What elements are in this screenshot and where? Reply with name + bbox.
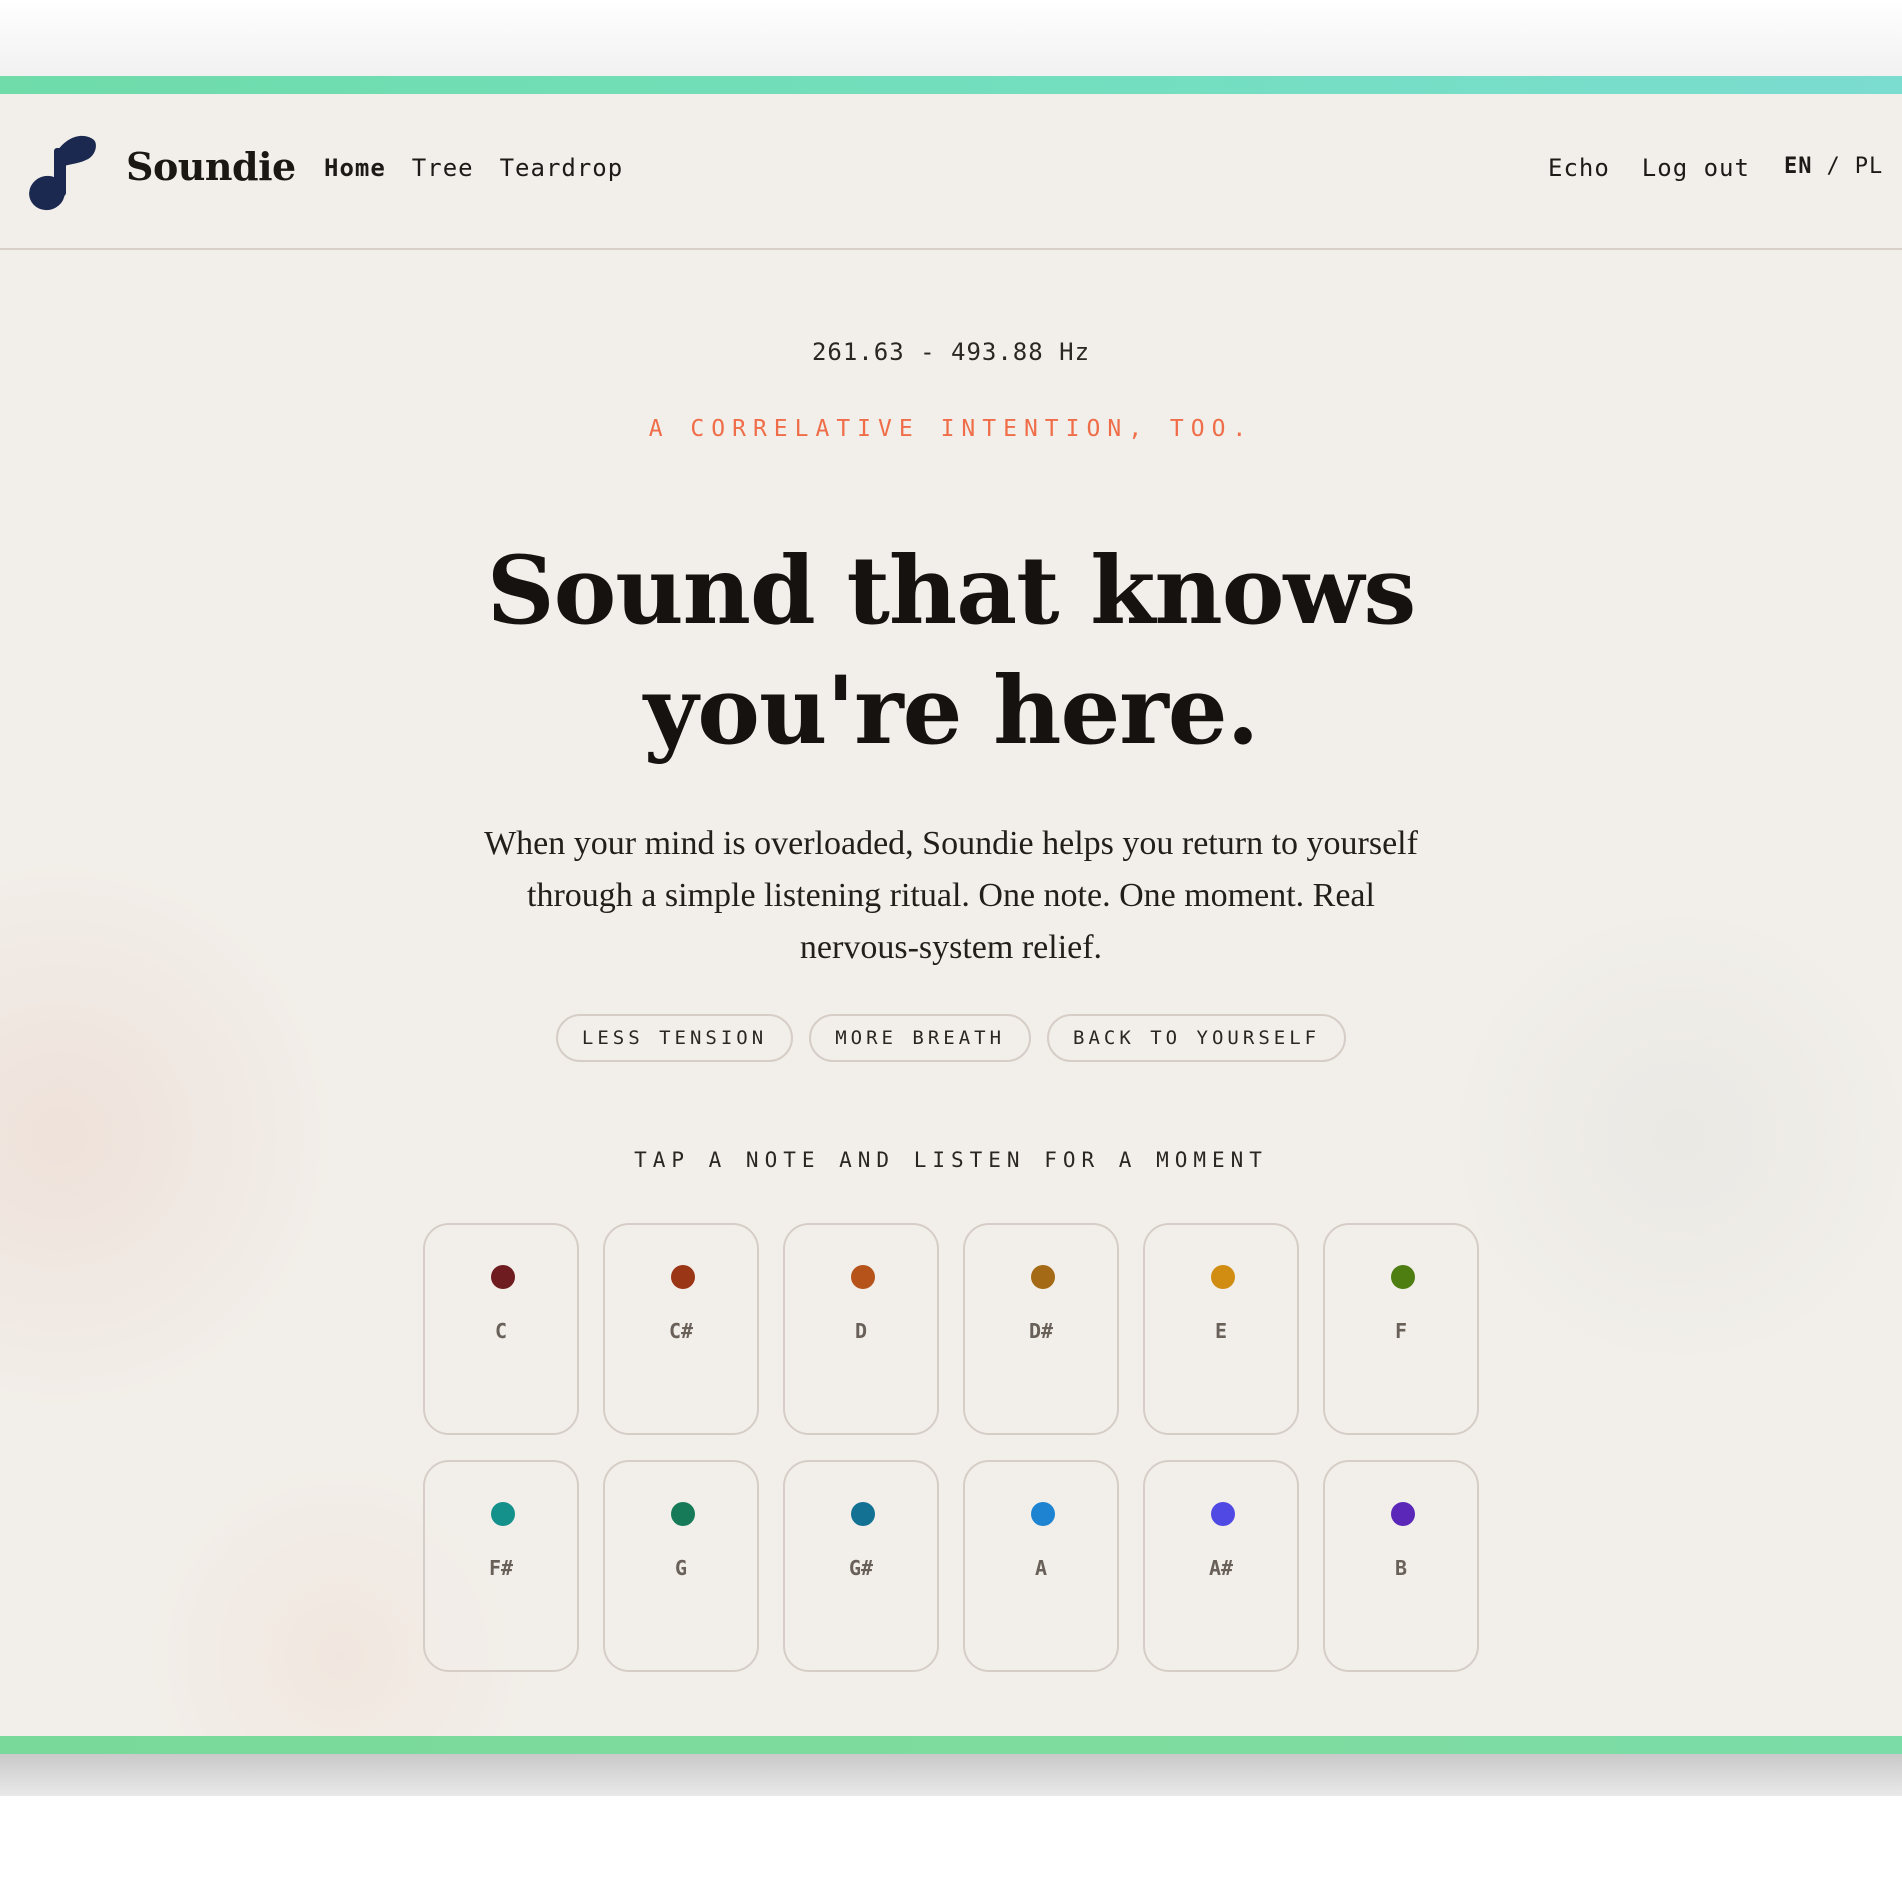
note-button-e[interactable]: E [1143,1223,1299,1435]
bottom-accent-bar [0,1736,1902,1754]
lang-separator: / [1826,154,1841,179]
note-button-c[interactable]: C [423,1223,579,1435]
note-label: A# [1208,1556,1234,1580]
lang-en[interactable]: EN [1784,154,1813,179]
chip-back-to-yourself: BACK TO YOURSELF [1047,1014,1347,1062]
window-bottom-shadow [0,1754,1902,1796]
note-button-f-sharp[interactable]: F# [423,1460,579,1672]
note-label: A [1034,1556,1048,1580]
headline-line-1: Sound that knows [486,536,1417,646]
note-label: D# [1028,1319,1054,1343]
note-label: E [1214,1319,1228,1343]
note-color-dot [491,1265,515,1289]
note-button-d-sharp[interactable]: D# [963,1223,1119,1435]
lead-line-2: through a simple listening ritual. One n… [527,877,1375,914]
note-button-a[interactable]: A [963,1460,1119,1672]
frequency-range: 261.63 - 493.88 Hz [811,338,1091,366]
note-color-dot [1211,1265,1235,1289]
tap-instruction: TAP A NOTE AND LISTEN FOR A MOMENT [634,1148,1268,1172]
lead-line-1: When your mind is overloaded, Soundie he… [484,825,1418,862]
note-button-c-sharp[interactable]: C# [603,1223,759,1435]
language-switcher: EN / PL [1784,154,1883,179]
note-color-dot [1391,1265,1415,1289]
note-label: C [494,1319,508,1343]
note-color-dot [671,1502,695,1526]
hero-headline: Sound that knows you're here. [420,531,1482,771]
note-grid: C C# D D# E F F# G G# A A# B [423,1223,1479,1672]
note-color-dot [491,1502,515,1526]
page: Soundie Home Tree Teardrop Echo Log out … [0,76,1902,1754]
note-label: G [674,1556,688,1580]
main-nav: Home Tree Teardrop [324,154,623,182]
note-button-f[interactable]: F [1323,1223,1479,1435]
note-color-dot [1391,1502,1415,1526]
account-nav: Echo Log out [1548,154,1750,182]
eyebrow-text: A CORRELATIVE INTENTION, TOO. [648,416,1254,442]
logout-link[interactable]: Log out [1642,154,1750,182]
note-label: B [1394,1556,1408,1580]
note-color-dot [851,1502,875,1526]
note-label: F [1394,1319,1408,1343]
nav-item-echo[interactable]: Echo [1548,154,1610,182]
note-color-dot [1211,1502,1235,1526]
note-label: G# [848,1556,874,1580]
nav-item-home[interactable]: Home [324,154,386,182]
note-button-g[interactable]: G [603,1460,759,1672]
lang-pl[interactable]: PL [1855,154,1884,179]
music-note-icon[interactable] [28,134,98,214]
note-color-dot [1031,1502,1055,1526]
note-label: C# [668,1319,694,1343]
note-button-g-sharp[interactable]: G# [783,1460,939,1672]
note-color-dot [851,1265,875,1289]
note-button-b[interactable]: B [1323,1460,1479,1672]
lead-line-3: nervous-system relief. [799,929,1103,966]
site-header: Soundie Home Tree Teardrop Echo Log out … [0,94,1902,250]
headline-line-2: you're here. [643,656,1260,766]
nav-item-tree[interactable]: Tree [412,154,474,182]
chip-more-breath: MORE BREATH [809,1014,1032,1062]
note-button-a-sharp[interactable]: A# [1143,1460,1299,1672]
background-glow-right [1420,876,1902,1396]
note-label: F# [488,1556,514,1580]
window-top-shadow [0,0,1902,76]
note-color-dot [1031,1265,1055,1289]
chip-less-tension: LESS TENSION [555,1014,794,1062]
nav-item-teardrop[interactable]: Teardrop [500,154,624,182]
benefit-chips: LESS TENSION MORE BREATH BACK TO YOURSEL… [0,1014,1902,1062]
note-button-d[interactable]: D [783,1223,939,1435]
hero-description: When your mind is overloaded, Soundie he… [430,818,1472,974]
brand-name[interactable]: Soundie [126,144,296,189]
note-label: D [854,1319,868,1343]
background-glow-left [0,816,380,1456]
top-accent-bar [0,76,1902,94]
note-color-dot [671,1265,695,1289]
